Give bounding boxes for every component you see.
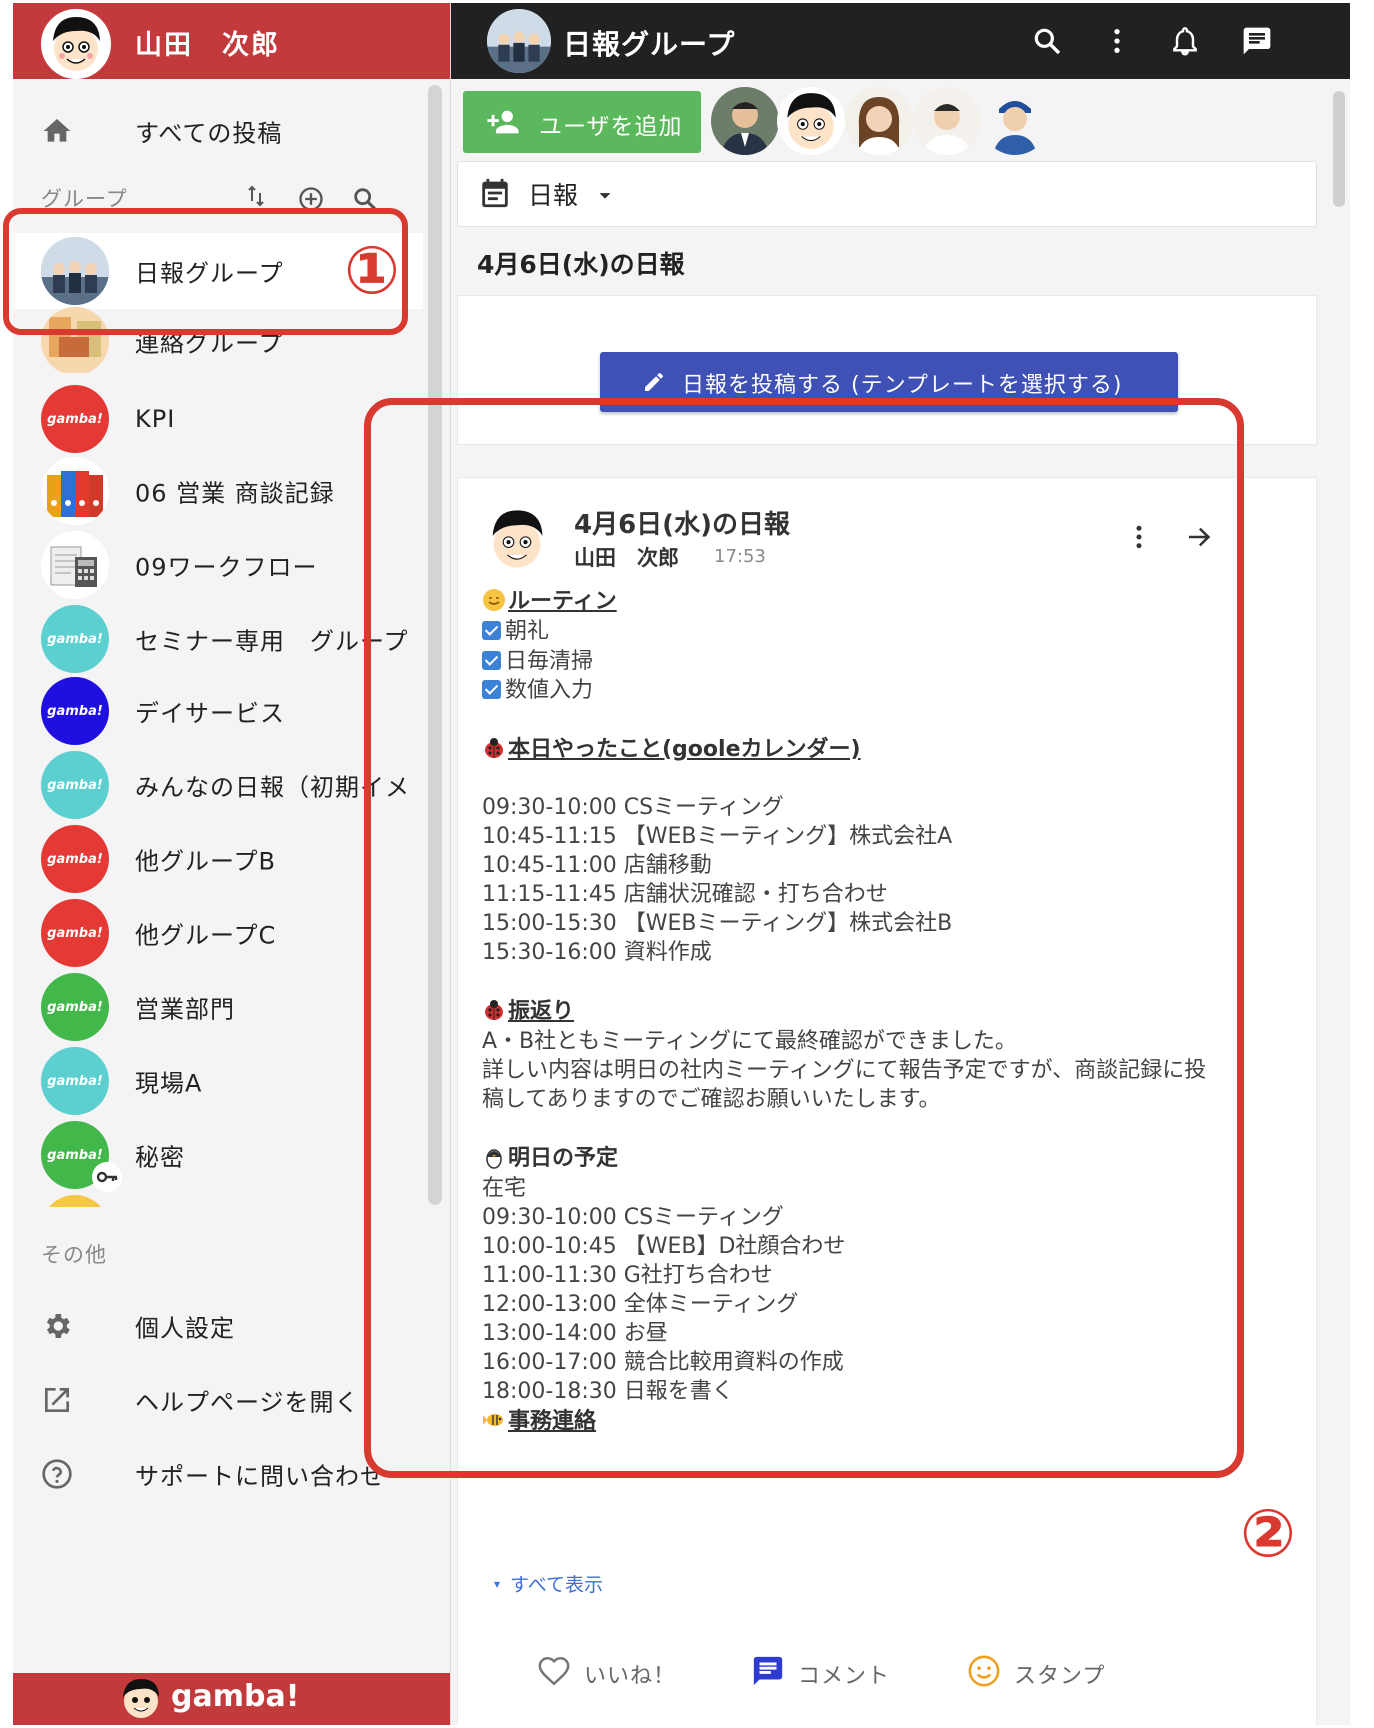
gamba-badge-icon: gamba!: [41, 677, 109, 745]
stamp-label: スタンプ: [1014, 1664, 1106, 1689]
gamba-mascot-icon: [123, 1679, 159, 1718]
sidebar-item-help[interactable]: ヘルプページを開く: [13, 1362, 423, 1438]
gamba-badge-icon: gamba!: [41, 385, 109, 453]
more-vertical-icon[interactable]: [1101, 25, 1133, 57]
member-avatar[interactable]: [981, 87, 1049, 155]
annotation-number-2: ②: [1240, 1495, 1296, 1572]
open-external-icon: [45, 1388, 69, 1412]
sidebar-item-label: ヘルプページを開く: [135, 1388, 360, 1417]
sidebar-item-group-c[interactable]: gamba! 他グループC: [13, 895, 423, 971]
member-avatar[interactable]: [777, 87, 845, 155]
sidebar-item-label: 09ワークフロー: [135, 553, 318, 582]
home-icon: [43, 119, 71, 142]
user-avatar[interactable]: [41, 9, 111, 79]
sidebar-item-group-dayservice[interactable]: gamba! デイサービス: [13, 673, 423, 749]
sidebar-header: 山田 次郎: [13, 3, 450, 79]
gamba-badge-icon: gamba!: [41, 751, 109, 819]
sort-icon[interactable]: [245, 183, 269, 209]
binders-icon: [41, 457, 109, 525]
sidebar-item-label: 現場A: [135, 1069, 203, 1098]
group-title: 日報グループ: [563, 28, 736, 61]
message-icon[interactable]: [1241, 25, 1273, 57]
heart-icon: [538, 1656, 570, 1686]
gamba-badge-icon: gamba!: [41, 1047, 109, 1115]
highlight-box-2: [364, 398, 1244, 1478]
sidebar-item-group-workflow[interactable]: 09ワークフロー: [13, 527, 423, 603]
group-avatar-partial: [41, 1195, 109, 1207]
sidebar-item-support[interactable]: サポートに問い合わせ: [13, 1436, 423, 1512]
post-report-label: 日報を投稿する (テンプレートを選択する): [682, 373, 1123, 398]
add-user-button[interactable]: ユーザを追加: [463, 91, 701, 153]
post-actions: いいね！ コメント スタンプ: [458, 1642, 1316, 1702]
sidebar-item-label: 秘密: [135, 1143, 185, 1172]
sidebar-item-group-sales-records[interactable]: 06 営業 商談記録: [13, 453, 423, 529]
gamba-badge-icon: gamba!: [41, 973, 109, 1041]
sidebar-item-group-minna[interactable]: gamba! みんなの日報（初期イメ: [13, 747, 423, 823]
annotation-number-1: ①: [344, 232, 400, 309]
bell-icon[interactable]: [1169, 25, 1201, 57]
sidebar-item-group-kpi[interactable]: gamba! KPI: [13, 381, 423, 457]
member-avatar[interactable]: [845, 87, 913, 155]
like-label: いいね！: [584, 1664, 677, 1689]
key-icon: [92, 1162, 122, 1192]
sidebar-item-label: 06 営業 商談記録: [135, 479, 335, 508]
sidebar-item-group-sales-dept[interactable]: gamba! 営業部門: [13, 969, 423, 1045]
footer-brand: gamba!: [171, 1679, 300, 1714]
pencil-icon: [645, 373, 663, 391]
sidebar-footer: gamba!: [13, 1673, 450, 1725]
comment-icon: [753, 1656, 783, 1686]
smiley-icon: [968, 1655, 1000, 1687]
sidebar-item-settings[interactable]: 個人設定: [13, 1288, 423, 1364]
dropdown-arrow-icon: [599, 193, 611, 199]
other-section-label: その他: [41, 1243, 107, 1267]
main-scrollbar[interactable]: [1333, 91, 1345, 207]
member-avatar[interactable]: [711, 87, 779, 155]
comment-label: コメント: [798, 1664, 891, 1689]
member-avatar[interactable]: [913, 87, 981, 155]
sidebar-item-group-secret[interactable]: gamba! 秘密: [13, 1117, 423, 1193]
like-button[interactable]: いいね！: [536, 1652, 696, 1692]
document-calculator-icon: [41, 531, 109, 599]
post-type-filter[interactable]: 日報: [457, 161, 1317, 227]
search-icon[interactable]: [1031, 25, 1063, 57]
calendar-icon: [482, 178, 508, 208]
stamp-button[interactable]: スタンプ: [966, 1652, 1126, 1692]
show-all-link[interactable]: ▾ すべて表示: [494, 1570, 603, 1597]
chevron-down-icon: ▾: [494, 1577, 501, 1591]
topbar: 日報グループ: [451, 3, 1350, 79]
group-avatar[interactable]: [487, 9, 551, 73]
sidebar-item-label: 営業部門: [135, 995, 235, 1024]
sidebar-item-all-posts[interactable]: すべての投稿: [13, 93, 423, 169]
gamba-badge-icon: gamba!: [41, 605, 109, 673]
sidebar-item-label: すべての投稿: [135, 119, 283, 148]
gear-icon: [46, 1314, 70, 1338]
sidebar-item-label: 他グループB: [135, 847, 277, 876]
add-person-icon: [487, 110, 519, 134]
help-circle-icon: [42, 1459, 72, 1489]
date-heading: 4月6日(水)の日報: [477, 250, 685, 279]
sidebar-item-group-b[interactable]: gamba! 他グループB: [13, 821, 423, 897]
sidebar-item-label: 個人設定: [135, 1314, 235, 1343]
sidebar-item-label: デイサービス: [135, 699, 285, 728]
sidebar-item-label: サポートに問い合わせ: [135, 1462, 385, 1491]
filter-selected-value: 日報: [528, 181, 579, 210]
gamba-badge-icon: gamba!: [41, 825, 109, 893]
sidebar-item-label: KPI: [135, 405, 176, 433]
sidebar-item-label: 他グループC: [135, 921, 277, 950]
gamba-badge-icon: gamba!: [41, 899, 109, 967]
user-name: 山田 次郎: [135, 30, 280, 61]
sidebar-item-group-genba-a[interactable]: gamba! 現場A: [13, 1043, 423, 1119]
add-user-label: ユーザを追加: [539, 114, 683, 140]
sidebar-item-group-seminar[interactable]: gamba! セミナー専用 グループ: [13, 601, 423, 677]
comment-button[interactable]: コメント: [750, 1652, 910, 1692]
